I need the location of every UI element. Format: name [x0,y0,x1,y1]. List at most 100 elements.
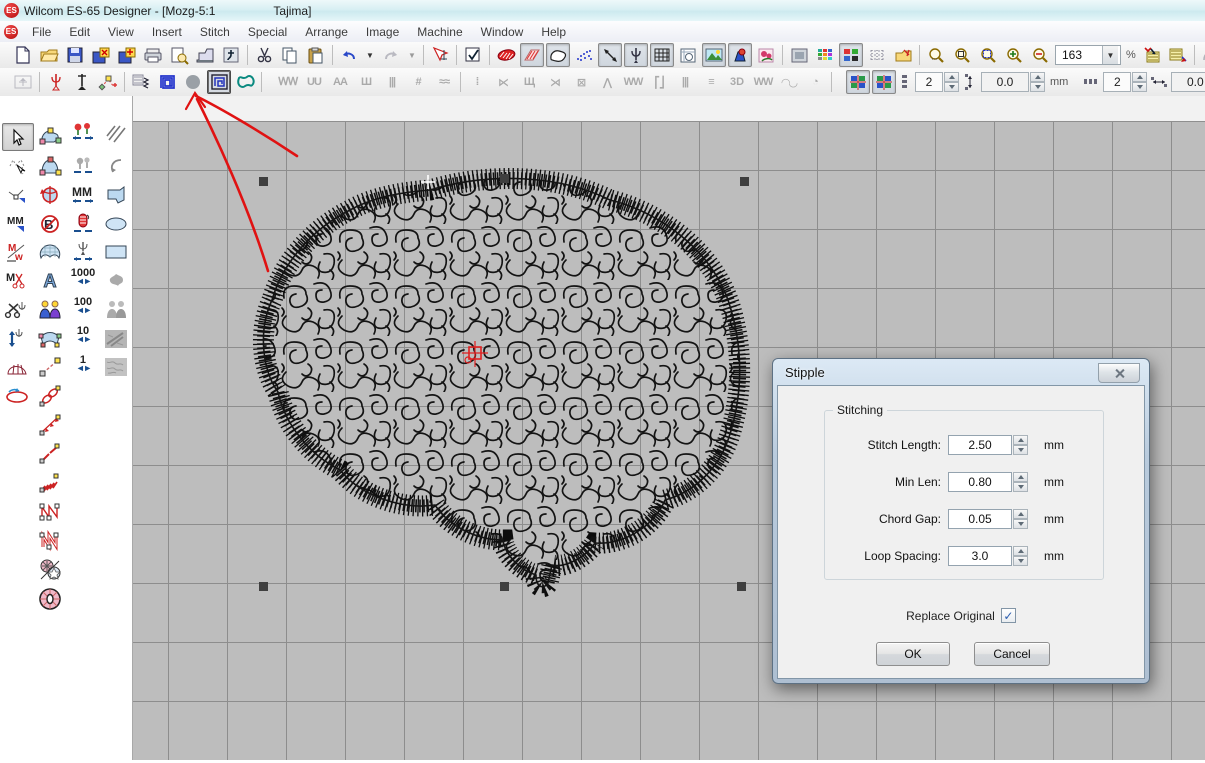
menu-arrange[interactable]: Arrange [296,21,357,42]
cut-tool[interactable] [2,297,32,323]
orbit-rotate-tool[interactable] [2,383,32,409]
mirror-grid-a-icon[interactable] [846,70,870,94]
flower-motif-icon[interactable] [754,43,778,67]
menu-stitch[interactable]: Stitch [191,21,239,42]
open-curve-tool[interactable] [2,182,32,208]
selection-handle-top-right[interactable] [740,177,749,186]
design-check-icon[interactable] [461,43,485,67]
stitch-convert-tool[interactable]: Mw [2,239,32,265]
stitch-length-spinner[interactable] [1013,435,1028,455]
rectangle-tool[interactable] [101,239,131,265]
replace-original-checkbox[interactable]: ✓ [1001,608,1016,623]
menu-view[interactable]: View [99,21,143,42]
selection-handle-top-left[interactable] [259,177,268,186]
arrow-run-tool[interactable] [35,412,65,438]
zoom-1to1-icon[interactable] [950,43,974,67]
rotate-object-tool[interactable] [35,182,65,208]
rows-dots-icon[interactable] [898,70,912,94]
motif-run-icon[interactable] [155,70,179,94]
zoom-percent-value[interactable]: 163 [1056,48,1102,62]
loop-spacing-input[interactable]: 3.0 [948,546,1012,566]
zoom-combo-dropdown-icon[interactable]: ▼ [1102,46,1118,64]
cols-dots-icon[interactable] [1082,70,1100,94]
send-to-machine-icon[interactable] [193,43,217,67]
circle-fill-icon[interactable] [181,70,205,94]
display-garment-icon[interactable] [728,43,752,67]
tatami-stitch-type-icon[interactable]: UU [302,70,326,94]
col-spacing-icon[interactable] [1150,70,1168,94]
background-scene-icon[interactable] [702,43,726,67]
menu-image[interactable]: Image [357,21,408,42]
menu-insert[interactable]: Insert [143,21,191,42]
dialog-close-button[interactable] [1098,363,1140,383]
penetration-black-icon[interactable] [70,70,94,94]
team-gray-tool[interactable] [101,297,131,323]
tie-stitch-icon[interactable]: ⋊ [543,70,567,94]
cancel-button[interactable]: Cancel [974,642,1050,666]
zigzag-column-tool[interactable]: MM [68,182,98,208]
wheel-wreath-tool[interactable] [35,586,65,612]
satin-column-tool[interactable] [68,211,98,237]
selection-handle-bottom-right[interactable] [737,582,746,591]
chord-gap-input[interactable]: 0.05 [948,509,1012,529]
rows-count-field[interactable]: 2 [915,72,959,92]
menu-window[interactable]: Window [472,21,533,42]
grid-stitch-type-icon[interactable]: # [406,70,430,94]
chord-gap-spinner[interactable] [1013,509,1028,529]
complex-shape-tool[interactable] [101,182,131,208]
print-preview-icon[interactable] [167,43,191,67]
texture-b-tool[interactable] [101,354,131,380]
scale-100-tool[interactable]: 100◄ ► [68,293,98,319]
thin-bars-icon[interactable]: ||| [673,70,697,94]
undo-dropdown-icon[interactable]: ▼ [363,43,377,67]
needle-spacing-tool[interactable] [68,239,98,265]
menu-machine[interactable]: Machine [408,21,471,42]
undo-icon[interactable] [337,43,361,67]
hoop-layout-icon[interactable] [11,70,35,94]
zoom-box-icon[interactable] [976,43,1000,67]
hlines-icon[interactable]: ≡ [699,70,723,94]
menu-help[interactable]: Help [532,21,575,42]
zigzag-stitch-type-icon[interactable]: AA [328,70,352,94]
fill-hatch-icon[interactable] [520,43,544,67]
backstitch-tool[interactable] [35,441,65,467]
loop-spacing-spinner[interactable] [1013,546,1028,566]
open-trapunto-tool[interactable] [35,499,65,525]
zoom-out-icon[interactable] [1028,43,1052,67]
save-machine-file-icon[interactable] [115,43,139,67]
menu-file[interactable]: File [23,21,60,42]
pattern-stamp-icon[interactable] [129,70,153,94]
bracket-fill-icon[interactable]: ⎡⎦ [647,70,671,94]
dome-shape-tool[interactable] [35,153,65,179]
dots-column-icon[interactable]: ⁞ [465,70,489,94]
hoop-template-icon[interactable] [676,43,700,67]
run-stitch-line-tool[interactable] [35,354,65,380]
stemstitch-tool[interactable] [35,470,65,496]
lettering-tool[interactable]: A [35,268,65,294]
chain-link-tool[interactable] [35,383,65,409]
save-icon[interactable] [63,43,87,67]
copy-icon[interactable] [278,43,302,67]
run-zigzag-tool[interactable]: MM [2,211,32,237]
grid-icon[interactable] [650,43,674,67]
satin-stitch-type-icon[interactable]: ᎳᎳ [276,70,300,94]
e-stitch-type-icon[interactable]: Ш [354,70,378,94]
stump-star-tool[interactable] [35,557,65,583]
team-names-tool[interactable] [35,297,65,323]
trim-zigzag-tool[interactable]: M [2,268,32,294]
redo-icon[interactable] [379,43,403,67]
stitch-length-tool[interactable] [2,326,32,352]
envelope-warp-tool[interactable] [35,326,65,352]
cols-count-spinner[interactable] [1132,72,1147,92]
add-node-icon[interactable] [96,70,120,94]
satin-stitch-icon[interactable] [494,43,518,67]
menu-edit[interactable]: Edit [60,21,99,42]
penetration-red-icon[interactable] [44,70,68,94]
zoom-in-icon[interactable] [1002,43,1026,67]
col-spacing-value[interactable]: 0.0 [1171,72,1205,92]
row-spacing-spinner[interactable] [1030,72,1045,92]
stitch-player-icon[interactable] [1140,43,1164,67]
row-spacing-value[interactable]: 0.0 [981,72,1029,92]
closed-trapunto-tool[interactable] [35,528,65,554]
open-folder-icon[interactable] [37,43,61,67]
